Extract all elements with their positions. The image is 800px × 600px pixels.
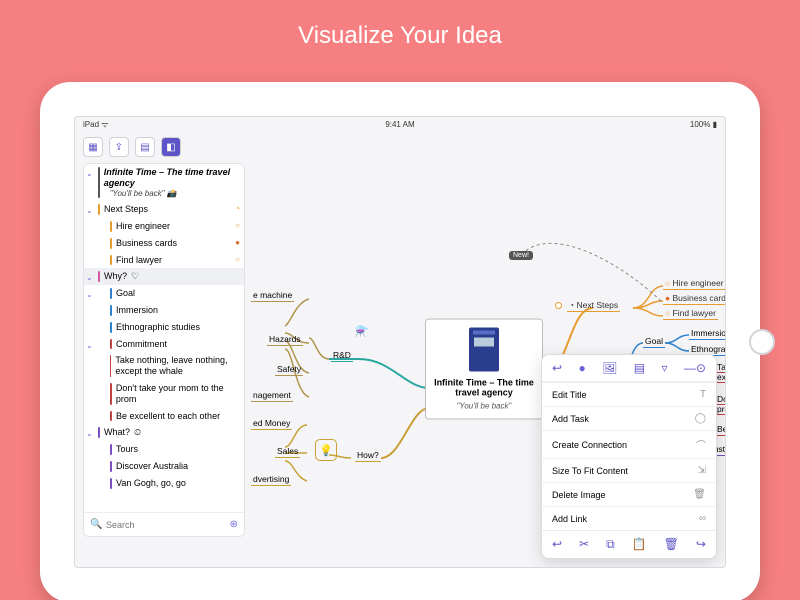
outline-item[interactable]: ⌄Goal: [84, 285, 244, 302]
node[interactable]: Goal: [643, 335, 665, 348]
outline-item[interactable]: Business cards●: [84, 235, 244, 252]
outline-item[interactable]: Find lawyer○: [84, 252, 244, 269]
settings-button[interactable]: ▤: [135, 137, 155, 157]
outline-item[interactable]: Ethnographic studies: [84, 319, 244, 336]
tardis-icon: [469, 327, 499, 371]
node[interactable]: Hazards: [267, 333, 303, 346]
copy-icon[interactable]: ⧉: [606, 537, 615, 552]
check-icon: ●: [235, 238, 240, 248]
node[interactable]: How?: [355, 449, 381, 462]
outline-item-next-steps[interactable]: ⌄ Next Steps ◔: [84, 201, 244, 218]
text-icon: T: [700, 389, 706, 400]
ctx-add-link[interactable]: Add Link∞: [542, 506, 716, 530]
view-grid-button[interactable]: ▦: [83, 137, 103, 157]
outline-item[interactable]: ⌄Commitment: [84, 336, 244, 353]
outline-item-why[interactable]: ⌄ Why? ♡: [84, 268, 244, 285]
ctx-delete-image[interactable]: Delete Image🗑: [542, 482, 716, 506]
outline-item-what[interactable]: ⌄ What? ⏲: [84, 424, 244, 441]
outline-root[interactable]: ⌄ Infinite Time – The time travel agency…: [84, 164, 244, 201]
outline-subtitle: "You'll be back" 📸: [104, 189, 240, 199]
app-screen: iPad ᯤ 9:41 AM 100% ▮ ▦ ⇪ ▤ ◧ ⌄ Infinite…: [74, 116, 726, 568]
task-icon: ◯: [695, 413, 706, 424]
outline-panel: ⌄ Infinite Time – The time travel agency…: [83, 163, 245, 537]
context-menu: ↩︎ ● 🖼 ▤ ▿ —⊙ Edit TitleT Add Task◯ Crea…: [541, 354, 717, 559]
ipad-frame: iPad ᯤ 9:41 AM 100% ▮ ▦ ⇪ ▤ ◧ ⌄ Infinite…: [40, 82, 760, 600]
ctx-edit-title[interactable]: Edit TitleT: [542, 382, 716, 406]
image-icon[interactable]: 🖼: [602, 361, 617, 375]
chevron-down-icon: ⌄: [86, 429, 93, 439]
ctx-size-fit[interactable]: Size To Fit Content⇲: [542, 458, 716, 482]
node[interactable]: e machine: [251, 289, 294, 302]
node[interactable]: nagement: [251, 389, 293, 402]
search-icon: 🔍: [90, 519, 102, 531]
outline-item[interactable]: Tours: [84, 441, 244, 458]
note-icon[interactable]: ▤: [634, 361, 645, 375]
connection-icon: ⌒: [696, 437, 706, 452]
hero-heading: Visualize Your Idea: [0, 22, 800, 50]
link-icon: ∞: [699, 513, 706, 524]
status-time: 9:41 AM: [75, 120, 725, 129]
ctx-create-connection[interactable]: Create Connection⌒: [542, 430, 716, 458]
node[interactable]: ● Business cards: [663, 292, 726, 305]
clear-icon[interactable]: ⊛: [230, 519, 238, 530]
trash-icon: 🗑: [693, 489, 706, 500]
trash-icon[interactable]: 🗑: [664, 537, 679, 552]
search-box[interactable]: 🔍 ⊛: [84, 512, 244, 536]
clock-icon: ⏲: [134, 427, 141, 438]
lightbulb-icon: 💡: [315, 439, 337, 461]
central-tagline: "You'll be back": [432, 401, 536, 410]
node[interactable]: ed Money: [251, 417, 292, 430]
chevron-down-icon: ⌄: [86, 273, 93, 283]
search-input[interactable]: [106, 520, 230, 530]
chevron-down-icon: ⌄: [86, 290, 93, 300]
paste-icon[interactable]: 📋: [632, 537, 647, 552]
outline-item[interactable]: Immersion: [84, 302, 244, 319]
node[interactable]: R&D: [331, 349, 353, 362]
outline-title: Infinite Time – The time travel agency: [104, 167, 240, 189]
outline-item[interactable]: Be excellent to each other: [84, 408, 244, 425]
undo-icon[interactable]: ↩︎: [552, 537, 562, 552]
node[interactable]: Immersion: [689, 327, 726, 340]
node[interactable]: ○ Hire engineer: [663, 277, 726, 290]
status-bar: iPad ᯤ 9:41 AM 100% ▮: [75, 117, 725, 131]
toggle-outline-button[interactable]: ◧: [161, 137, 181, 157]
ipad-home-button[interactable]: [749, 329, 775, 355]
central-topic[interactable]: Infinite Time – The time travel agency "…: [425, 318, 543, 419]
node[interactable]: Sales: [275, 445, 300, 458]
cut-icon[interactable]: ✂︎: [579, 537, 589, 552]
connect-icon[interactable]: —⊙: [684, 361, 706, 375]
mindmap-canvas[interactable]: New! Infinite Time – The time travel age…: [251, 163, 717, 559]
chevron-down-icon: ⌄: [86, 169, 93, 179]
undo-icon[interactable]: ↩︎: [552, 361, 562, 375]
progress-icon: ◔: [235, 204, 240, 214]
outline-item[interactable]: Don't take your mom to the prom: [84, 380, 244, 408]
share-button[interactable]: ⇪: [109, 137, 129, 157]
filter-icon[interactable]: ▿: [661, 361, 667, 375]
style-icon[interactable]: ●: [578, 361, 585, 375]
chevron-down-icon: ⌄: [86, 206, 93, 216]
central-title: Infinite Time – The time travel agency: [432, 377, 536, 397]
chevron-down-icon: ⌄: [86, 341, 93, 351]
node-next-steps[interactable]: ◔ Next Steps: [567, 299, 620, 312]
outline-item[interactable]: Take nothing, leave nothing, except the …: [84, 352, 244, 380]
fit-icon: ⇲: [698, 465, 706, 476]
heart-icon: ♡: [131, 271, 139, 282]
node[interactable]: ○ Find lawyer: [663, 307, 718, 320]
redo-icon[interactable]: ↪︎: [696, 537, 706, 552]
outline-item[interactable]: Hire engineer○: [84, 218, 244, 235]
node[interactable]: Safety: [275, 363, 303, 376]
badge-new: New!: [509, 251, 533, 260]
node[interactable]: dvertising: [251, 473, 291, 486]
ctx-add-task[interactable]: Add Task◯: [542, 406, 716, 430]
flask-icon: ⚗️: [355, 325, 369, 338]
outline-item[interactable]: Discover Australia: [84, 458, 244, 475]
outline-item[interactable]: Van Gogh, go, go: [84, 475, 244, 492]
